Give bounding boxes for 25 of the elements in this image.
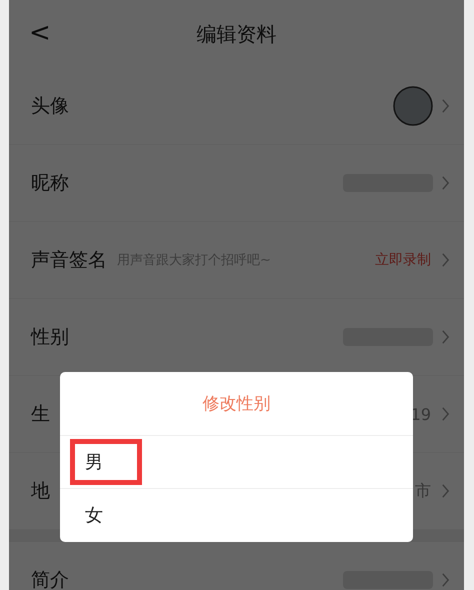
profile-row[interactable]: 头像 [9,68,464,145]
row-label: 生 [31,402,50,427]
gender-option[interactable]: 女 [60,489,413,541]
profile-row[interactable]: 昵称 [9,145,464,222]
chevron-icon [441,175,450,191]
chevron-icon [441,329,450,345]
back-button[interactable]: < [29,18,51,48]
option-label: 男 [70,439,142,485]
dialog-title: 修改性别 [60,372,413,436]
chevron-icon [441,572,450,588]
gender-option[interactable]: 男 [60,436,413,489]
row-label: 声音签名 [31,248,107,273]
chevron-icon [441,98,450,114]
row-label: 头像 [31,94,69,119]
page-title: 编辑资料 [196,20,276,48]
row-label: 性别 [31,325,69,350]
chevron-icon [441,483,450,499]
chevron-icon [441,406,450,422]
row-label: 地 [31,479,50,504]
avatar-icon [393,86,433,126]
row-label: 昵称 [31,171,69,196]
row-label: 简介 [31,568,69,590]
record-link[interactable]: 立即录制 [375,251,431,269]
option-label: 女 [84,504,104,528]
chevron-icon [441,252,450,268]
